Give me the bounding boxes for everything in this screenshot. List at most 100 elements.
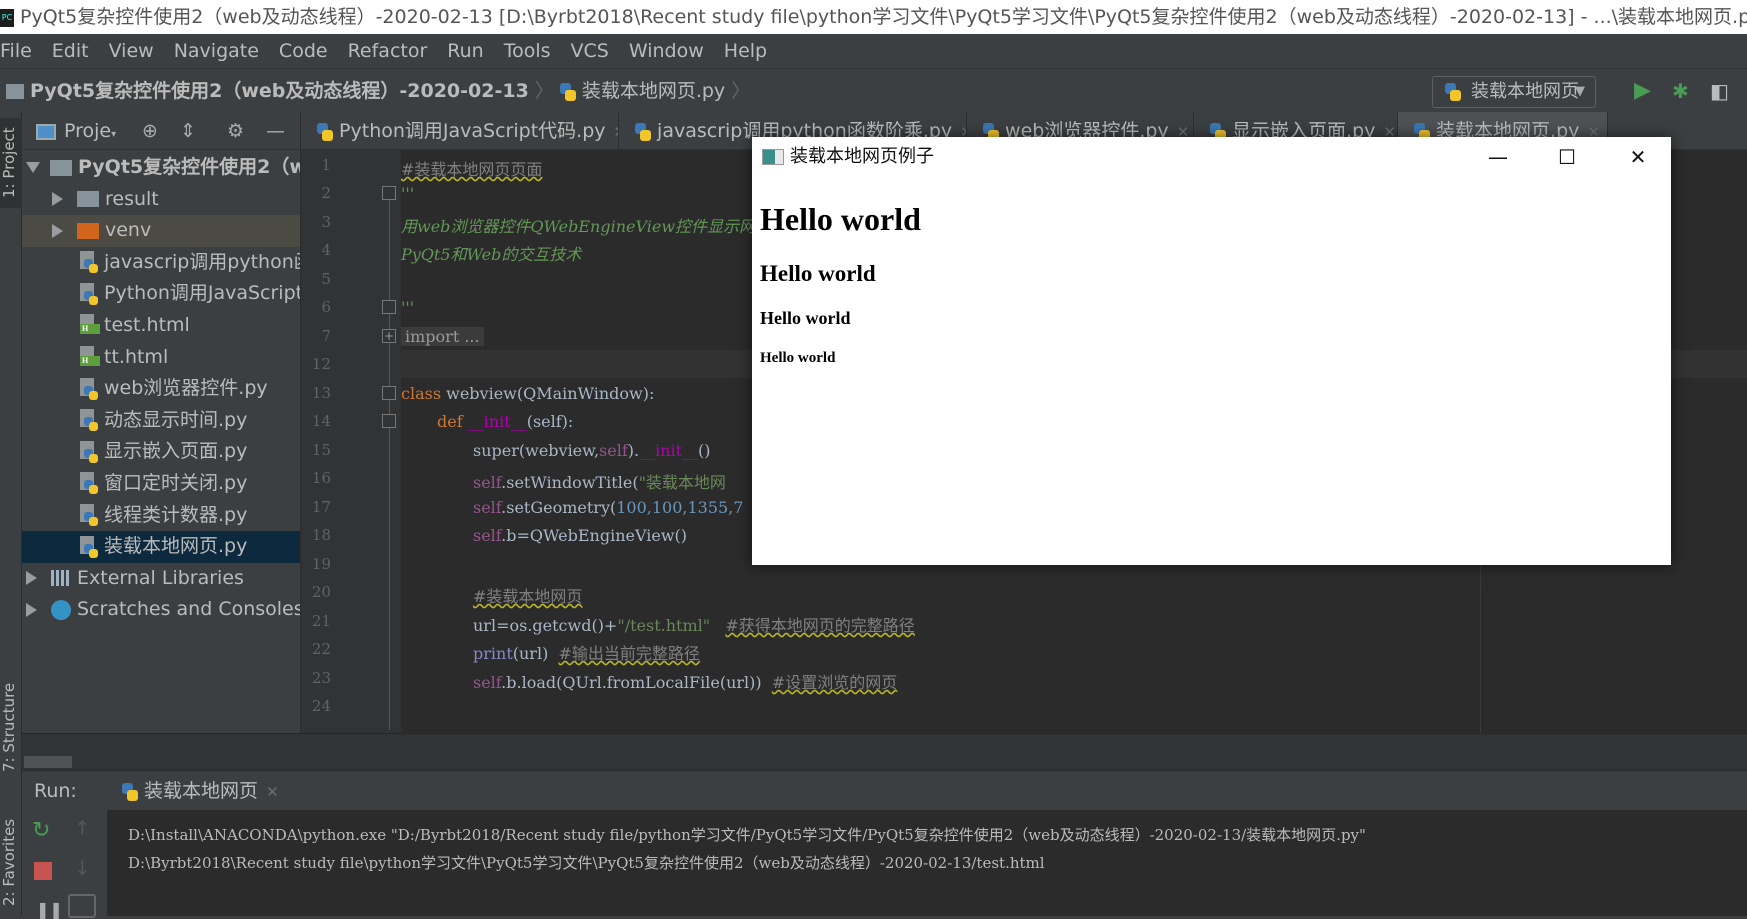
fold-toggle-icon[interactable] xyxy=(382,414,396,428)
tree-item-file[interactable]: Htest.html xyxy=(22,310,300,342)
tree-item-scratches[interactable]: Scratches and Consoles xyxy=(22,594,300,626)
stop-icon[interactable] xyxy=(34,862,52,880)
breadcrumb: PyQt5复杂控件使用2（web及动态线程）-2020-02-13 〉装载本地网页… xyxy=(6,69,756,113)
code-comment: #输出当前完整路径 xyxy=(558,644,700,663)
menu-edit[interactable]: Edit xyxy=(52,34,89,68)
project-panel-header: Proje▾ ⊕ ⇕ ⚙ — xyxy=(22,112,300,150)
menu-window[interactable]: Window xyxy=(629,34,704,68)
project-tool-tab[interactable]: 1: Project xyxy=(0,118,22,208)
menu-tools[interactable]: Tools xyxy=(504,34,551,68)
fold-expand-icon[interactable]: + xyxy=(382,329,396,343)
tree-item-file[interactable]: 显示嵌入页面.py xyxy=(22,436,300,468)
breadcrumb-project[interactable]: PyQt5复杂控件使用2（web及动态线程）-2020-02-13 xyxy=(30,80,529,102)
library-icon xyxy=(51,570,71,587)
python-file-icon xyxy=(80,440,100,463)
line-number: 24 xyxy=(311,697,331,715)
code-keyword: def xyxy=(437,412,463,431)
favorites-tool-tab[interactable]: 2: Favorites xyxy=(0,812,22,912)
scroll-up-icon[interactable]: ↑ xyxy=(74,816,91,840)
tree-item-file[interactable]: Htt.html xyxy=(22,342,300,374)
code-self: self xyxy=(473,673,502,692)
close-button[interactable]: ✕ xyxy=(1608,137,1668,177)
window-app-icon xyxy=(762,149,784,165)
python-run-icon xyxy=(122,782,138,801)
chevron-right-icon[interactable] xyxy=(26,602,37,617)
run-console-output[interactable]: D:\Install\ANACONDA\python.exe "D:/Byrbt… xyxy=(108,810,1747,916)
heading-h2: Hello world xyxy=(760,261,876,286)
fold-toggle-icon[interactable] xyxy=(382,186,396,200)
code-text: super(webview, xyxy=(473,441,600,460)
run-with-coverage-icon[interactable]: ◧ xyxy=(1710,69,1729,113)
menu-view[interactable]: View xyxy=(109,34,154,68)
line-number: 2 xyxy=(321,184,331,202)
code-keyword: class xyxy=(401,384,442,403)
menu-navigate[interactable]: Navigate xyxy=(174,34,259,68)
window-title: PyQt5复杂控件使用2（web及动态线程）-2020-02-13 [D:\By… xyxy=(20,6,1747,28)
folded-imports[interactable]: import ... xyxy=(401,327,484,346)
chevron-right-icon[interactable] xyxy=(26,571,37,586)
structure-tool-tab[interactable]: 7: Structure xyxy=(0,672,22,782)
hide-panel-icon[interactable]: — xyxy=(266,112,285,150)
chevron-right-icon[interactable] xyxy=(52,192,63,207)
code-text: .setGeometry( xyxy=(501,498,617,517)
line-number: 17 xyxy=(311,498,331,516)
debug-bug-icon[interactable]: ✱ xyxy=(1672,69,1689,113)
menu-file[interactable]: File xyxy=(0,34,32,68)
html-file-icon: H xyxy=(80,314,100,336)
tree-item-result[interactable]: result xyxy=(22,184,300,216)
close-tab-icon[interactable]: ✕ xyxy=(266,783,279,801)
python-file-icon xyxy=(80,472,100,495)
maximize-button[interactable]: ☐ xyxy=(1537,137,1597,177)
tree-item-file-selected[interactable]: 装载本地网页.py xyxy=(22,531,300,563)
code-string: "/test.html" xyxy=(617,616,711,635)
project-panel-scrollbar[interactable] xyxy=(24,756,72,768)
tree-item-file[interactable]: Python调用JavaScript代码.py xyxy=(22,278,300,310)
menu-run[interactable]: Run xyxy=(447,34,483,68)
gear-icon[interactable]: ⚙ xyxy=(227,112,244,150)
python-file-icon xyxy=(317,122,333,141)
line-number: 13 xyxy=(311,384,331,402)
tree-item-external-libraries[interactable]: External Libraries xyxy=(22,563,300,595)
chevron-right-icon[interactable] xyxy=(52,223,63,238)
code-text: webview(QMainWindow): xyxy=(441,384,655,403)
tree-root[interactable]: PyQt5复杂控件使用2（web及动态线程）-2020-02-13 xyxy=(22,152,300,184)
menu-vcs[interactable]: VCS xyxy=(571,34,609,68)
tree-item-file[interactable]: 动态显示时间.py xyxy=(22,405,300,437)
soft-wrap-icon[interactable] xyxy=(68,894,96,918)
locate-target-icon[interactable]: ⊕ xyxy=(142,112,158,150)
scroll-down-icon[interactable]: ↓ xyxy=(74,856,91,880)
tree-item-venv[interactable]: venv xyxy=(22,215,300,247)
tree-item-file[interactable]: web浏览器控件.py xyxy=(22,373,300,405)
code-text: url=os.getcwd()+ xyxy=(473,616,618,635)
project-panel: Proje▾ ⊕ ⇕ ⚙ — PyQt5复杂控件使用2（web及动态线程）-20… xyxy=(22,112,301,770)
fold-toggle-icon[interactable] xyxy=(382,300,396,314)
folder-icon xyxy=(77,191,99,208)
code-comment: #装载本地网页 xyxy=(473,587,583,606)
tree-item-file[interactable]: 窗口定时关闭.py xyxy=(22,468,300,500)
tree-item-file[interactable]: javascrip调用python函数阶乘.py xyxy=(22,247,300,279)
run-label: Run: xyxy=(34,780,77,802)
collapse-all-icon[interactable]: ⇕ xyxy=(180,112,196,150)
project-view-select[interactable]: Proje xyxy=(64,120,111,142)
python-file-icon xyxy=(80,282,100,305)
tab-python-js[interactable]: Python调用JavaScript代码.py✕ xyxy=(301,112,619,150)
rerun-icon[interactable]: ↻ xyxy=(32,818,50,843)
project-view-icon xyxy=(36,123,56,140)
run-tab[interactable]: 装载本地网页 ✕ xyxy=(98,771,294,811)
python-file-icon xyxy=(635,122,651,141)
run-button[interactable]: ▶ xyxy=(1634,69,1651,113)
heading-h1: Hello world xyxy=(760,201,921,237)
chevron-down-icon[interactable] xyxy=(26,162,40,173)
menu-help[interactable]: Help xyxy=(724,34,767,68)
heading-h3: Hello world xyxy=(760,308,851,328)
minimize-button[interactable]: — xyxy=(1468,137,1528,177)
run-configuration-select[interactable]: 装载本地网页 ▼ xyxy=(1432,76,1596,108)
run-config-label: 装载本地网页 xyxy=(1471,81,1579,102)
tree-item-file[interactable]: 线程类计数器.py xyxy=(22,500,300,532)
breadcrumb-file[interactable]: 装载本地网页.py xyxy=(582,80,725,102)
menu-code[interactable]: Code xyxy=(279,34,328,68)
menu-refactor[interactable]: Refactor xyxy=(348,34,428,68)
pause-icon[interactable]: ❚❚ xyxy=(36,900,63,919)
fold-toggle-icon[interactable] xyxy=(382,386,396,400)
scratches-clock-icon xyxy=(51,599,71,620)
